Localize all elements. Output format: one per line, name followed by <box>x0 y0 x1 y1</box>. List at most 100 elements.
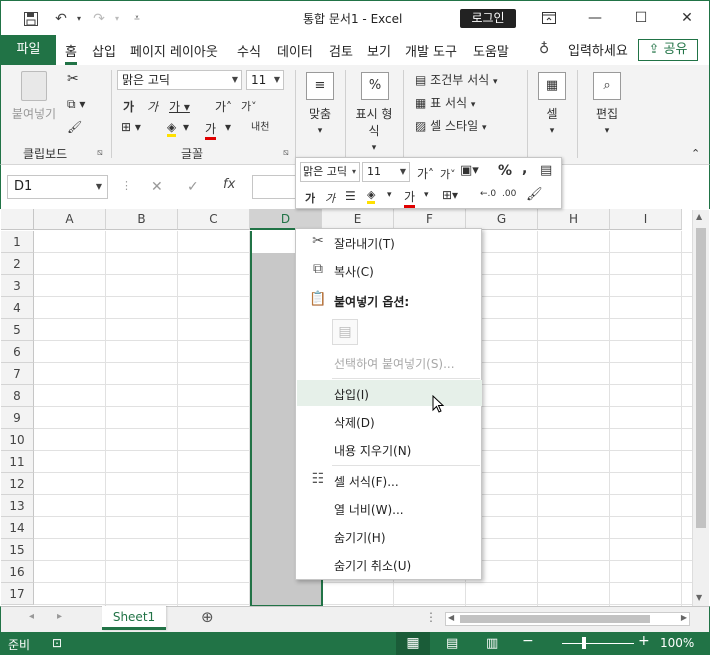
menu-item-cut[interactable]: ✂ 잘라내기(T) <box>297 229 482 255</box>
menu-item-copy[interactable]: ⧉ 복사(C) <box>297 257 482 283</box>
normal-view-icon[interactable]: ▦ <box>396 632 430 655</box>
row-header-3[interactable]: 3 <box>1 275 34 297</box>
row-header-13[interactable]: 13 <box>1 495 34 517</box>
row-header-1[interactable]: 1 <box>1 231 34 253</box>
chevron-down-icon[interactable]: ▾ <box>183 120 189 134</box>
row-header-2[interactable]: 2 <box>1 253 34 275</box>
tab-review[interactable]: 검토 <box>329 41 353 60</box>
bold-icon[interactable]: 가 <box>305 190 315 206</box>
zoom-in-icon[interactable]: + <box>638 633 650 649</box>
ribbon-display-icon[interactable] <box>537 7 561 29</box>
column-header-d[interactable]: D <box>250 209 322 230</box>
page-layout-view-icon[interactable]: ▤ <box>446 636 458 651</box>
redo-dropdown-icon[interactable]: ▾ <box>107 9 127 29</box>
number-format-button[interactable]: 표시 형식 ▾ <box>351 105 397 153</box>
page-break-view-icon[interactable]: ▥ <box>486 636 498 651</box>
row-header-10[interactable]: 10 <box>1 429 34 451</box>
decrease-font-icon[interactable]: 가˅ <box>440 166 456 182</box>
prev-sheet-icon[interactable]: ◂ <box>29 611 34 622</box>
underline-icon[interactable]: 가 ▾ <box>169 98 190 115</box>
row-header-11[interactable]: 11 <box>1 451 34 473</box>
more-icon[interactable]: ⋮ <box>121 179 132 192</box>
close-icon[interactable]: ✕ <box>675 7 699 29</box>
column-header-i[interactable]: I <box>610 209 682 230</box>
chevron-down-icon[interactable]: ▾ <box>424 190 429 200</box>
login-button[interactable]: 로그인 <box>460 9 516 28</box>
tab-home[interactable]: 홈 <box>65 41 77 65</box>
tab-formulas[interactable]: 수식 <box>237 41 261 60</box>
zoom-slider-thumb[interactable] <box>582 637 586 649</box>
undo-icon[interactable]: ↶ <box>51 9 71 29</box>
name-box[interactable]: D1 ▼ <box>7 175 108 199</box>
increase-font-icon[interactable]: 가˄ <box>215 98 232 115</box>
chevron-down-icon[interactable]: ▾ <box>225 120 231 134</box>
horizontal-scroll-thumb[interactable] <box>460 615 650 623</box>
tab-developer[interactable]: 개발 도구 <box>405 41 457 60</box>
font-name-combo[interactable]: 맑은 고딕 ▼ <box>117 70 242 90</box>
cut-icon[interactable]: ✂ <box>67 71 79 87</box>
add-sheet-icon[interactable]: ⊕ <box>201 608 214 626</box>
menu-item-hide[interactable]: 숨기기(H) <box>297 523 482 549</box>
format-painter-icon[interactable]: 🖌 <box>67 120 82 134</box>
row-header-5[interactable]: 5 <box>1 319 34 341</box>
decrease-font-icon[interactable]: 가˅ <box>241 98 257 114</box>
percent-style-button[interactable]: % <box>498 163 512 179</box>
table-format-button[interactable]: ▦ 표 서식 ▾ <box>415 94 475 111</box>
font-size-combo[interactable]: 11 ▼ <box>246 70 284 90</box>
cells-icon[interactable]: ▦ <box>538 72 566 100</box>
tell-me-input[interactable]: 입력하세요 <box>568 40 628 59</box>
comma-style-button[interactable]: , <box>522 161 527 177</box>
cells-button[interactable]: 셀 ▾ <box>536 105 568 136</box>
search-icon[interactable]: ⌕ <box>593 72 621 100</box>
column-header-b[interactable]: B <box>106 209 178 230</box>
zoom-slider[interactable] <box>562 643 634 644</box>
border-icon[interactable]: ⊞ ▾ <box>121 120 141 134</box>
select-all-corner[interactable] <box>1 209 34 230</box>
tab-insert[interactable]: 삽입 <box>92 41 116 60</box>
column-header-h[interactable]: H <box>538 209 610 230</box>
horizontal-scrollbar[interactable]: ◀ ▶ <box>445 612 690 626</box>
menu-item-delete[interactable]: 삭제(D) <box>297 408 482 434</box>
italic-icon[interactable]: 가 <box>147 98 158 115</box>
row-header-17[interactable]: 17 <box>1 583 34 605</box>
row-header-6[interactable]: 6 <box>1 341 34 363</box>
minimize-icon[interactable]: — <box>583 7 607 29</box>
vertical-scroll-thumb[interactable] <box>696 228 706 528</box>
tab-help[interactable]: 도움말 <box>473 41 509 60</box>
tab-page-layout[interactable]: 페이지 레이아웃 <box>130 41 218 60</box>
increase-decimal-icon[interactable]: ←.0 <box>480 189 496 199</box>
enter-icon[interactable]: ✓ <box>187 179 199 195</box>
bold-icon[interactable]: 가 <box>123 98 134 115</box>
chevron-down-icon[interactable]: ▾ <box>387 190 392 200</box>
percent-icon[interactable]: % <box>361 72 389 100</box>
save-icon[interactable] <box>21 9 41 29</box>
row-header-16[interactable]: 16 <box>1 561 34 583</box>
font-color-icon[interactable]: 가 <box>205 120 217 140</box>
clipboard-launcher-icon[interactable]: ⧅ <box>97 148 103 158</box>
format-table-icon[interactable]: ▤ <box>540 163 552 178</box>
row-header-12[interactable]: 12 <box>1 473 34 495</box>
cancel-icon[interactable]: ✕ <box>151 179 163 195</box>
fill-color-icon[interactable]: ◈ <box>167 120 177 137</box>
scroll-down-icon[interactable]: ▼ <box>696 593 702 602</box>
fill-color-icon[interactable]: ◈ <box>367 188 376 204</box>
menu-item-paste-special[interactable]: 선택하여 붙여넣기(S)... <box>297 349 482 375</box>
center-align-icon[interactable]: ☰ <box>345 189 356 203</box>
redo-icon[interactable]: ↷ <box>89 9 109 29</box>
column-header-a[interactable]: A <box>34 209 106 230</box>
mini-font-name-combo[interactable]: 맑은 고딕 ▾ <box>300 162 360 182</box>
collapse-ribbon-icon[interactable]: ⌃ <box>691 147 700 160</box>
font-color-icon[interactable]: 가 <box>404 188 416 208</box>
scroll-right-icon[interactable]: ▶ <box>681 613 687 622</box>
align-button[interactable]: 맞춤 ▾ <box>301 105 339 136</box>
tab-data[interactable]: 데이터 <box>277 41 313 60</box>
menu-item-format-cells[interactable]: ☷ 셀 서식(F)... <box>297 467 482 493</box>
row-header-8[interactable]: 8 <box>1 385 34 407</box>
border-icon[interactable]: ⊞▾ <box>442 188 458 202</box>
sheet-tab-sheet1[interactable]: Sheet1 <box>102 606 166 630</box>
format-painter-icon[interactable]: 🖌 <box>526 187 543 202</box>
align-icon[interactable]: ≡ <box>306 72 334 100</box>
row-header-9[interactable]: 9 <box>1 407 34 429</box>
column-header-f[interactable]: F <box>394 209 466 230</box>
share-button[interactable]: ⇪ 공유 <box>638 39 698 61</box>
